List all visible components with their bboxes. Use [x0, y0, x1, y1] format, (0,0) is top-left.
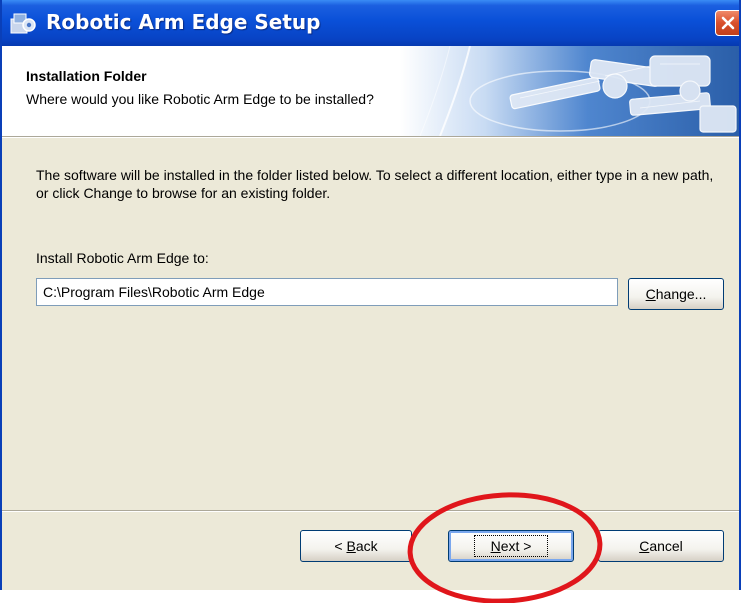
setup-app-icon [10, 13, 36, 34]
footer-divider [2, 510, 739, 512]
back-prefix: < [334, 538, 347, 554]
back-accel: B [346, 538, 356, 554]
cancel-label: ancel [649, 538, 683, 554]
install-location-label: Install Robotic Arm Edge to: [36, 250, 209, 266]
title-bar[interactable]: Robotic Arm Edge Setup [2, 0, 739, 46]
close-icon [721, 16, 735, 30]
back-label: ack [355, 538, 378, 554]
header-subtitle: Where would you like Robotic Arm Edge to… [26, 91, 374, 107]
header-banner: Installation Folder Where would you like… [2, 46, 739, 136]
install-path-input[interactable] [36, 278, 618, 306]
cancel-accel: C [639, 538, 650, 554]
setup-dialog: Robotic Arm Edge Setup Installation Fold… [0, 0, 741, 590]
change-label: hange... [655, 286, 707, 302]
robotic-arm-illustration [400, 46, 739, 136]
install-description: The software will be installed in the fo… [36, 167, 714, 201]
close-button[interactable] [715, 10, 739, 36]
next-label: ext > [500, 538, 532, 554]
change-button[interactable]: Change... [628, 278, 724, 310]
window-title: Robotic Arm Edge Setup [46, 10, 321, 34]
header-title: Installation Folder [26, 68, 147, 84]
back-button[interactable]: < Back [300, 530, 412, 562]
next-button[interactable]: Next > [448, 530, 574, 562]
cancel-button[interactable]: Cancel [598, 530, 724, 562]
change-accel: C [645, 286, 656, 302]
next-accel: N [490, 538, 501, 554]
header-divider [2, 136, 739, 138]
